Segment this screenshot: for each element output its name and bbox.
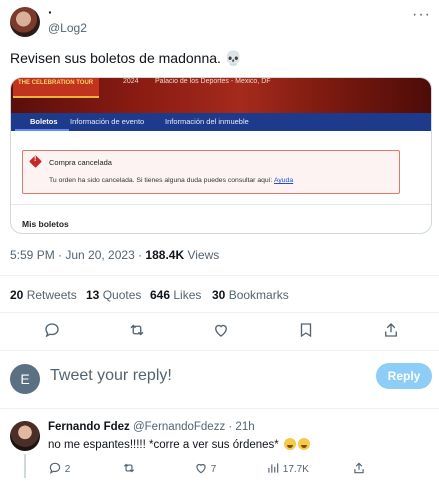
reply-icon bbox=[49, 462, 61, 474]
reply-author-handle-time[interactable]: @FernandoFdezz · 21h bbox=[133, 421, 255, 433]
event-poster: THE CELEBRATION TOUR bbox=[13, 78, 99, 98]
reply-text: no me espantes!!!!! *corre a ver sus órd… bbox=[48, 438, 310, 451]
divider bbox=[0, 275, 439, 276]
reply-reply-action[interactable]: 2 bbox=[48, 461, 70, 475]
views-label: Views bbox=[184, 248, 220, 262]
alert-title: Compra cancelada bbox=[49, 158, 112, 167]
crying-emoji-icon bbox=[283, 438, 296, 450]
quotes-stat[interactable]: 13 Quotes bbox=[86, 288, 141, 302]
thread-line bbox=[24, 454, 26, 478]
retweets-label: Retweets bbox=[23, 288, 77, 302]
reply-header: Fernando Fdez @FernandoFdezz · 21h bbox=[48, 421, 255, 433]
help-link[interactable]: Ayuda bbox=[274, 177, 293, 184]
author-handle[interactable]: @Log2 bbox=[48, 21, 87, 35]
retweet-icon bbox=[123, 463, 135, 473]
share-icon bbox=[354, 462, 364, 474]
reply-views-count: 17.7K bbox=[282, 464, 309, 475]
retweet-icon[interactable] bbox=[128, 321, 146, 339]
tab-informacion-evento[interactable]: Información de evento bbox=[70, 117, 144, 126]
bookmark-icon[interactable] bbox=[297, 321, 315, 339]
quotes-count: 13 bbox=[86, 288, 100, 302]
alert-body-text: Tu orden ha sido cancelada. Si tienes al… bbox=[49, 177, 273, 184]
tweet-actions bbox=[0, 321, 439, 341]
reply-retweet-action[interactable] bbox=[122, 461, 136, 475]
cancel-alert: ! Compra cancelada Tu orden ha sido canc… bbox=[22, 150, 400, 194]
likes-stat[interactable]: 646 Likes bbox=[150, 288, 201, 302]
bookmarks-count: 30 bbox=[212, 288, 226, 302]
reply-icon[interactable] bbox=[43, 321, 61, 339]
views-count: 188.4K bbox=[145, 248, 185, 262]
tweet-meta: 5:59 PM · Jun 20, 2023 · 188.4K Views bbox=[10, 248, 219, 262]
reply-share-action[interactable] bbox=[352, 461, 366, 475]
likes-label: Likes bbox=[170, 288, 202, 302]
divider bbox=[0, 408, 439, 409]
card-divider bbox=[11, 204, 431, 205]
user-avatar[interactable]: E bbox=[10, 364, 40, 394]
tab-informacion-inmueble[interactable]: Información del inmueble bbox=[165, 117, 249, 126]
retweets-count: 20 bbox=[10, 288, 24, 302]
reply-like-action[interactable]: 7 bbox=[194, 461, 216, 475]
warning-icon-mark: ! bbox=[34, 156, 37, 163]
tab-boletos[interactable]: Boletos bbox=[30, 117, 58, 126]
reply-button[interactable]: Reply bbox=[376, 363, 432, 389]
event-year: 2024 bbox=[123, 78, 139, 85]
crying-emoji-icon bbox=[297, 438, 310, 450]
reply-author-avatar[interactable] bbox=[10, 421, 40, 451]
retweets-stat[interactable]: 20 Retweets bbox=[10, 288, 77, 302]
author-display-name[interactable]: · bbox=[48, 4, 53, 20]
reply-views-action[interactable]: 17.7K bbox=[266, 461, 309, 475]
divider bbox=[0, 312, 439, 313]
reply-actions: 2 7 17.7K bbox=[48, 461, 428, 477]
event-venue: Palacio de los Deportes - Mexico, DF bbox=[155, 78, 271, 85]
my-tickets-heading: Mis boletos bbox=[22, 219, 69, 229]
bookmarks-stat[interactable]: 30 Bookmarks bbox=[212, 288, 289, 302]
reply-like-count: 7 bbox=[210, 464, 217, 475]
more-options-icon[interactable]: ··· bbox=[412, 6, 431, 24]
quotes-label: Quotes bbox=[99, 288, 142, 302]
views-icon bbox=[268, 463, 279, 473]
tweet-timestamp[interactable]: 5:59 PM · Jun 20, 2023 · bbox=[10, 248, 145, 262]
reply-author-name[interactable]: Fernando Fdez bbox=[48, 421, 130, 433]
reply-text-content: no me espantes!!!!! *corre a ver sus órd… bbox=[48, 439, 279, 451]
ticket-tabs: Boletos Información de evento Informació… bbox=[11, 113, 431, 131]
bookmarks-label: Bookmarks bbox=[225, 288, 289, 302]
divider bbox=[0, 350, 439, 351]
share-icon[interactable] bbox=[382, 321, 400, 339]
event-banner: THE CELEBRATION TOUR 2024 Palacio de los… bbox=[11, 78, 431, 113]
tweet-media-image[interactable]: THE CELEBRATION TOUR 2024 Palacio de los… bbox=[10, 77, 432, 234]
likes-count: 646 bbox=[150, 288, 171, 302]
reply-reply-count: 2 bbox=[64, 464, 71, 475]
tweet-text: Revisen sus boletos de madonna. 💀 bbox=[10, 50, 243, 66]
alert-body: Tu orden ha sido cancelada. Si tienes al… bbox=[49, 177, 293, 184]
author-avatar[interactable] bbox=[10, 7, 40, 37]
active-tab-indicator bbox=[15, 129, 69, 131]
reply-input[interactable]: Tweet your reply! bbox=[50, 367, 172, 385]
like-icon bbox=[196, 463, 206, 474]
poster-text: THE CELEBRATION TOUR bbox=[18, 80, 94, 86]
like-icon[interactable] bbox=[212, 321, 230, 339]
